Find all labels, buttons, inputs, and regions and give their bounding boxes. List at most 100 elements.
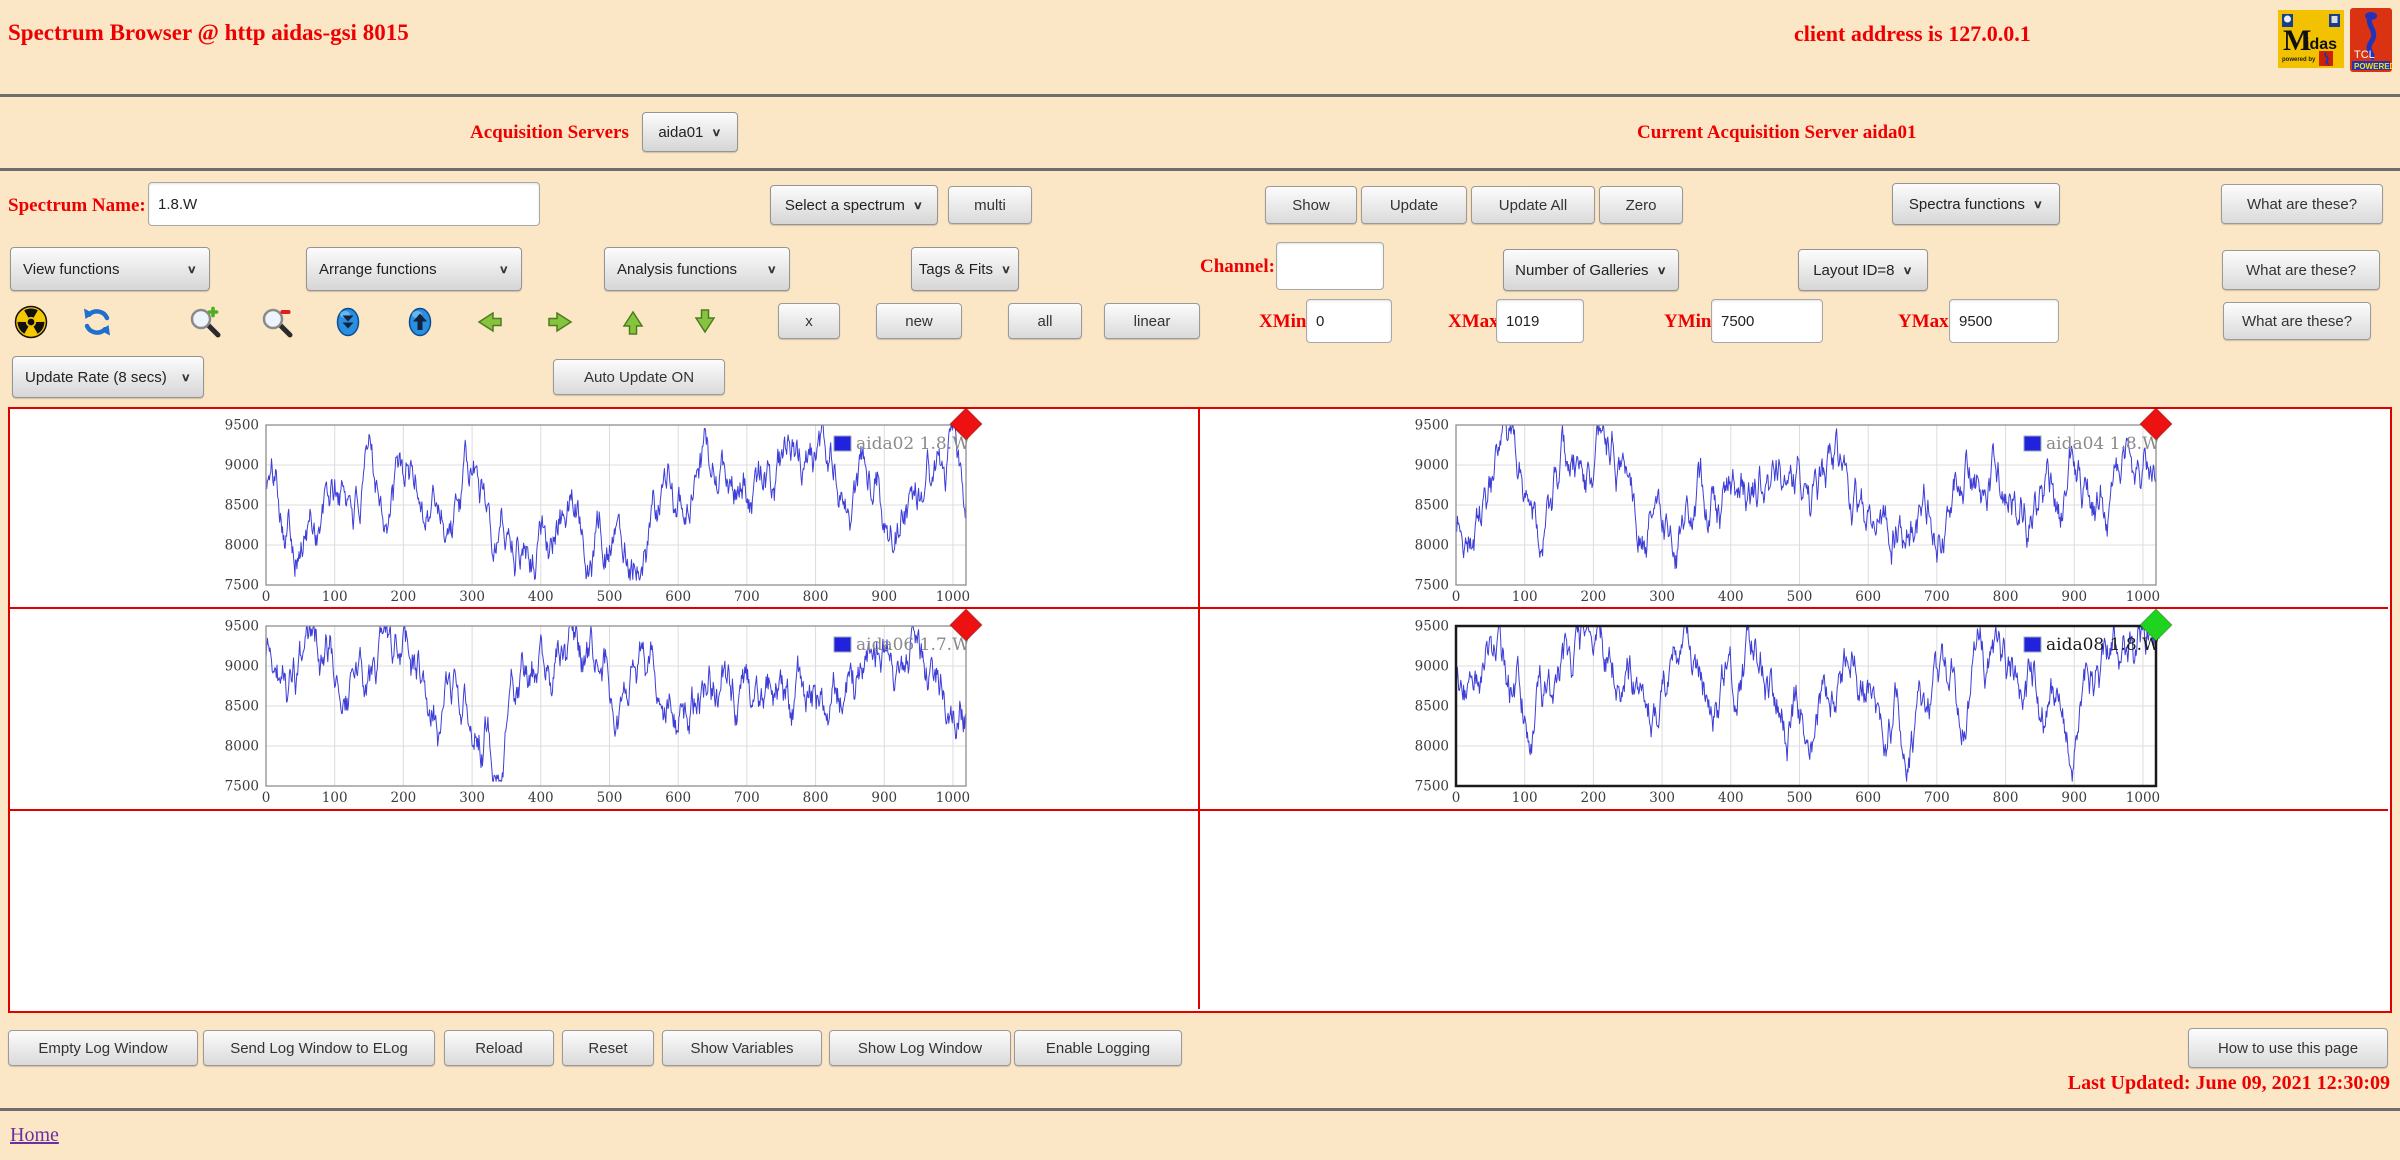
tcl-logo-text: TCL: [2354, 49, 2375, 61]
svg-text:8500: 8500: [225, 497, 259, 513]
analysis-functions-dropdown[interactable]: Analysis functions ∨: [604, 247, 790, 291]
svg-text:100: 100: [322, 790, 348, 806]
show-log-window-button[interactable]: Show Log Window: [829, 1030, 1011, 1066]
new-button[interactable]: new: [876, 303, 962, 339]
svg-text:8500: 8500: [1415, 698, 1449, 714]
refresh-icon[interactable]: [80, 305, 114, 339]
xmax-input[interactable]: [1496, 299, 1584, 343]
view-functions-dropdown[interactable]: View functions ∨: [10, 247, 210, 291]
scroll-down-icon[interactable]: [331, 305, 365, 339]
spectrum-name-input[interactable]: [148, 182, 540, 226]
show-button[interactable]: Show: [1265, 186, 1357, 224]
tcl-powered-logo: TCL POWERED: [2350, 8, 2396, 77]
help-button-functions[interactable]: What are these?: [2222, 250, 2380, 290]
ymin-input[interactable]: [1711, 299, 1823, 343]
svg-text:8500: 8500: [225, 698, 259, 714]
svg-text:8000: 8000: [225, 537, 259, 553]
svg-text:aida02 1.8.W: aida02 1.8.W: [856, 434, 970, 454]
gallery-cell-aida08[interactable]: 7500 8000 8500 9000 9500 0 100 200 300 400 500 600 7…: [1200, 607, 2388, 811]
zoom-in-icon[interactable]: [188, 305, 222, 339]
update-rate-dropdown[interactable]: Update Rate (8 secs) ∨: [12, 356, 204, 398]
svg-text:0: 0: [262, 589, 271, 605]
how-to-use-button[interactable]: How to use this page: [2188, 1028, 2388, 1068]
ymin-label: YMin: [1664, 311, 1712, 332]
ymax-input[interactable]: [1949, 299, 2059, 343]
zoom-out-icon[interactable]: [260, 305, 294, 339]
chevron-down-icon: ∨: [1656, 263, 1667, 276]
xmin-input[interactable]: [1306, 299, 1392, 343]
gallery-cell-aida04[interactable]: 7500 8000 8500 9000 9500 0 100 200 300 400 500 600 7…: [1200, 406, 2388, 609]
arrow-right-icon[interactable]: [544, 305, 578, 339]
svg-text:9500: 9500: [225, 417, 259, 433]
reset-button[interactable]: Reset: [562, 1030, 654, 1066]
gallery-cell-empty-left[interactable]: [10, 811, 1200, 1009]
gallery-cell-empty-right[interactable]: [1200, 811, 2388, 1009]
number-of-galleries-dropdown[interactable]: Number of Galleries ∨: [1503, 249, 1679, 291]
spectrum-name-label: Spectrum Name:: [8, 195, 146, 216]
select-spectrum-dropdown[interactable]: Select a spectrum ∨: [770, 185, 938, 225]
arrow-left-icon[interactable]: [472, 305, 506, 339]
tags-fits-dropdown[interactable]: Tags & Fits ∨: [911, 247, 1019, 291]
spectrum-chart-aida02: 7500 8000 8500 9000 9500 0 100 200 300 400 500 600 7…: [224, 406, 984, 610]
arrange-functions-dropdown[interactable]: Arrange functions ∨: [306, 247, 522, 291]
acquisition-server-value: aida01: [658, 123, 704, 141]
home-link[interactable]: Home: [10, 1124, 59, 1147]
enable-logging-button[interactable]: Enable Logging: [1014, 1030, 1182, 1066]
help-button-spectra[interactable]: What are these?: [2221, 184, 2383, 224]
help-button-ranges[interactable]: What are these?: [2223, 302, 2371, 340]
svg-text:600: 600: [665, 790, 691, 806]
svg-text:400: 400: [528, 589, 554, 605]
auto-update-button[interactable]: Auto Update ON: [553, 359, 725, 395]
svg-text:8000: 8000: [1415, 537, 1449, 553]
svg-text:500: 500: [1787, 589, 1813, 605]
show-variables-button[interactable]: Show Variables: [662, 1030, 822, 1066]
svg-text:200: 200: [390, 790, 416, 806]
svg-text:9500: 9500: [1415, 417, 1449, 433]
x-button[interactable]: x: [778, 303, 840, 339]
arrow-down-icon[interactable]: [688, 305, 722, 339]
all-button[interactable]: all: [1008, 303, 1082, 339]
tcl-logo-powered-text: POWERED: [2354, 62, 2392, 71]
scroll-up-icon[interactable]: [403, 305, 437, 339]
svg-text:8000: 8000: [1415, 738, 1449, 754]
layout-id-dropdown[interactable]: Layout ID=8 ∨: [1798, 249, 1928, 291]
current-server-label: Current Acquisition Server aida01: [1637, 122, 1917, 143]
multi-button[interactable]: multi: [948, 186, 1032, 224]
empty-log-window-button[interactable]: Empty Log Window: [8, 1030, 198, 1066]
acquisition-server-select[interactable]: aida01 ∨: [642, 112, 738, 152]
svg-text:700: 700: [1924, 790, 1950, 806]
radiation-icon[interactable]: [14, 305, 48, 339]
divider: [0, 1108, 2400, 1111]
gallery-cell-aida02[interactable]: 7500 8000 8500 9000 9500 0 100 200 300 400 500 600 7…: [10, 406, 1200, 610]
spectrum-chart-aida08: 7500 8000 8500 9000 9500 0 100 200 300 400 500 600 7…: [1414, 607, 2174, 811]
update-rate-label: Update Rate (8 secs): [25, 368, 167, 386]
svg-text:200: 200: [390, 589, 416, 605]
spectra-functions-dropdown[interactable]: Spectra functions ∨: [1892, 183, 2060, 225]
ymax-label: YMax: [1898, 311, 1949, 332]
chevron-down-icon: ∨: [1902, 263, 1913, 276]
svg-text:700: 700: [734, 589, 760, 605]
update-all-button[interactable]: Update All: [1471, 186, 1595, 224]
channel-input[interactable]: [1276, 242, 1384, 290]
gallery-cell-aida06[interactable]: 7500 8000 8500 9000 9500 0 100 200 300 400 500 600 7…: [10, 607, 1200, 811]
svg-text:9000: 9000: [1415, 457, 1449, 473]
send-log-to-elog-button[interactable]: Send Log Window to ELog: [203, 1030, 435, 1066]
svg-text:9500: 9500: [225, 618, 259, 634]
reload-button[interactable]: Reload: [444, 1030, 554, 1066]
svg-text:700: 700: [1924, 589, 1950, 605]
svg-text:800: 800: [1993, 589, 2019, 605]
linear-button[interactable]: linear: [1104, 303, 1200, 339]
spectra-functions-label: Spectra functions: [1908, 195, 2025, 213]
view-functions-label: View functions: [23, 260, 120, 278]
arrow-up-icon[interactable]: [616, 305, 650, 339]
acquisition-servers-label: Acquisition Servers: [470, 122, 629, 143]
svg-text:1000: 1000: [2126, 589, 2160, 605]
svg-text:8500: 8500: [1415, 497, 1449, 513]
layout-id-label: Layout ID=8: [1813, 261, 1895, 279]
update-button[interactable]: Update: [1361, 186, 1467, 224]
zero-button[interactable]: Zero: [1599, 186, 1683, 224]
svg-text:300: 300: [459, 589, 485, 605]
svg-text:9500: 9500: [1415, 618, 1449, 634]
chevron-down-icon: ∨: [766, 262, 777, 275]
spectrum-gallery: 7500 8000 8500 9000 9500 0 100 200 300 400 500 600 7…: [8, 406, 2392, 1013]
